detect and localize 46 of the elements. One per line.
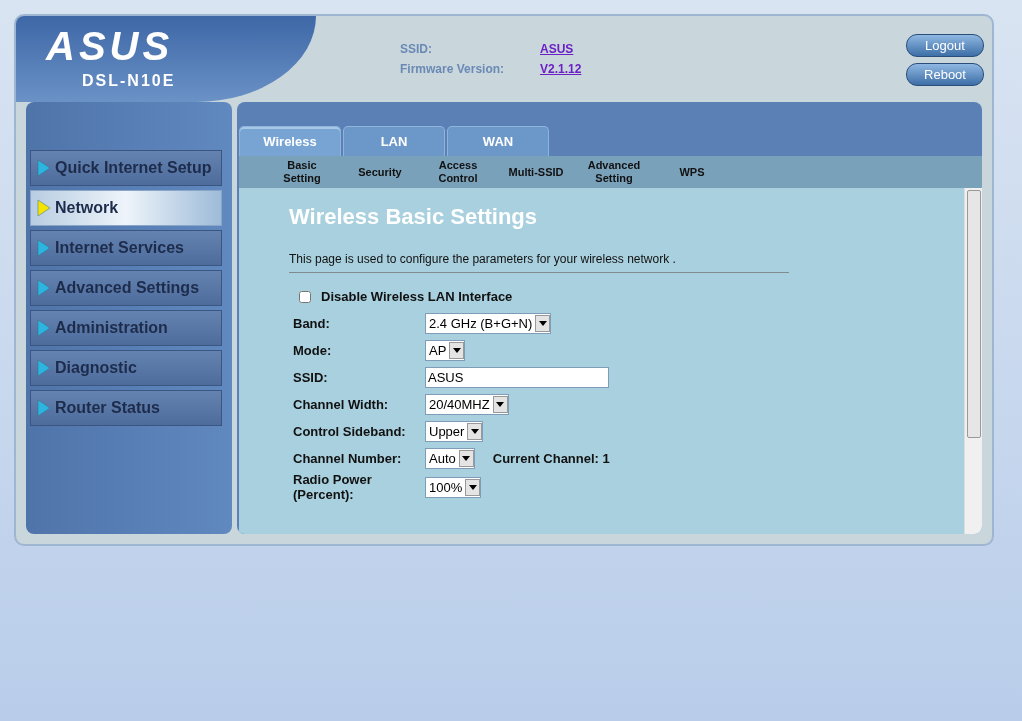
subtab[interactable]: Multi-SSID	[497, 165, 575, 179]
triangle-icon	[37, 199, 51, 217]
info-label: Firmware Version:	[400, 62, 506, 76]
caret-icon	[538, 321, 547, 326]
dropdown[interactable]: AP	[425, 340, 466, 361]
triangle-icon	[37, 279, 51, 297]
dropdown[interactable]: 2.4 GHz (B+G+N)	[425, 313, 552, 334]
field-note: Current Channel: 1	[492, 451, 610, 466]
dropdown[interactable]: Upper	[425, 421, 484, 442]
input-field[interactable]: ASUS	[425, 367, 609, 388]
field-label: Radio Power (Percent):	[292, 472, 373, 502]
checkbox-label: Disable Wireless LAN Interface	[321, 289, 513, 304]
page-title: Wireless Basic Settings	[289, 204, 538, 230]
sidebar-item[interactable]: Network	[30, 190, 222, 226]
subtab[interactable]: Security	[341, 165, 419, 179]
info-label: SSID:	[400, 42, 433, 56]
dropdown[interactable]: Auto	[425, 448, 475, 469]
checkbox[interactable]	[299, 290, 311, 303]
field-label: Band:	[292, 316, 331, 331]
info-link[interactable]: ASUS	[540, 42, 582, 56]
dropdown[interactable]: 20/40MHZ	[425, 394, 509, 415]
field-label: Channel Number:	[292, 451, 403, 466]
model-name: DSL-N10E	[82, 72, 176, 90]
caret-icon	[462, 456, 471, 461]
subtab[interactable]: Access Control	[419, 159, 497, 185]
subtab[interactable]: Basic Setting	[263, 159, 341, 185]
caret-icon	[496, 402, 505, 407]
dropdown[interactable]: 100%	[425, 476, 482, 498]
field-label: Control Sideband:	[292, 424, 407, 439]
field-label: Channel Width:	[292, 397, 390, 412]
subtab[interactable]: WPS	[653, 165, 731, 179]
triangle-icon	[37, 239, 51, 257]
subtab[interactable]: Advanced Setting	[575, 159, 653, 185]
field-label: Mode:	[292, 343, 333, 358]
info-link[interactable]: V2.1.12	[540, 62, 582, 76]
scrollbar[interactable]	[964, 188, 982, 534]
page-description: This page is used to configure the parameters for your wireless network .	[289, 252, 789, 273]
triangle-icon	[37, 359, 51, 377]
caret-icon	[452, 348, 461, 353]
brand-logo: ASUS	[46, 24, 174, 68]
triangle-icon	[37, 159, 51, 177]
field-label: SSID:	[292, 370, 329, 385]
caret-icon	[470, 429, 479, 434]
triangle-icon	[37, 399, 51, 417]
caret-icon	[468, 484, 477, 490]
triangle-icon	[37, 319, 51, 337]
